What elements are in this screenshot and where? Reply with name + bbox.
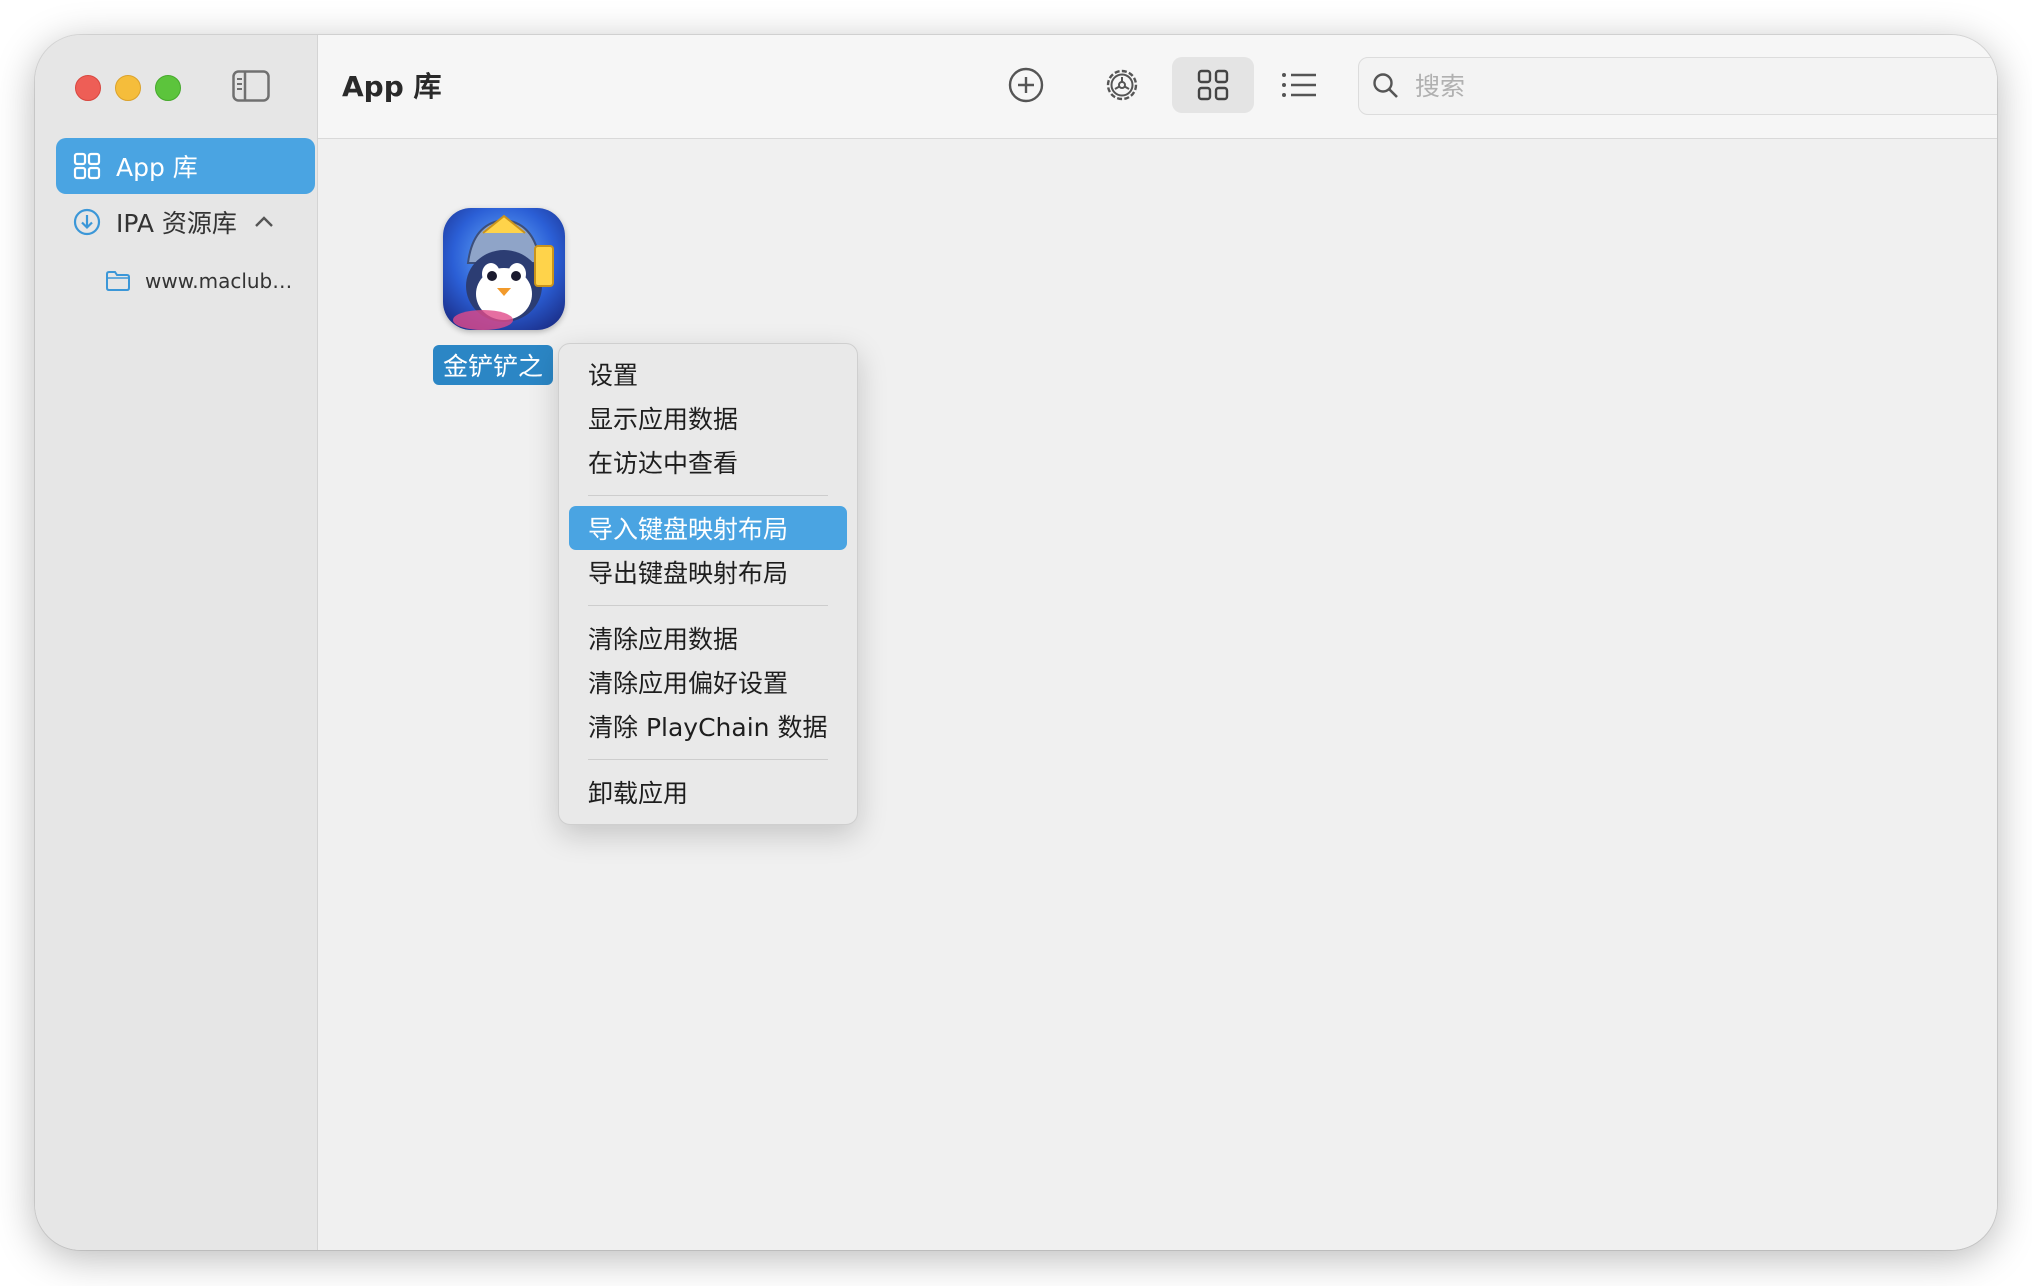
list-view-button[interactable]: [1271, 57, 1327, 113]
sidebar-item-ipa-library[interactable]: IPA 资源库: [56, 194, 315, 250]
sidebar-item-label: IPA 资源库: [116, 209, 237, 238]
sidebar-item-app-library[interactable]: App 库: [56, 138, 315, 194]
folder-icon: [106, 271, 130, 291]
menu-item-export-keymap[interactable]: 导出键盘映射布局: [569, 550, 847, 594]
menu-item-clear-playchain[interactable]: 清除 PlayChain 数据: [569, 704, 847, 748]
sidebar-item-label: App 库: [116, 153, 198, 182]
minimize-window-button[interactable]: [115, 75, 141, 101]
search-field[interactable]: [1358, 57, 1997, 115]
menu-item-settings[interactable]: 设置: [569, 352, 847, 396]
settings-icon: [1106, 69, 1138, 101]
sidebar-subitem-label: www.maclub....: [145, 269, 297, 293]
grid-icon: [73, 152, 101, 180]
grid-view-icon: [1197, 69, 1229, 101]
sidebar-subitem-source[interactable]: www.maclub....: [105, 261, 305, 301]
context-menu: 设置 显示应用数据 在访达中查看 导入键盘映射布局 导出键盘映射布局 清除应用数…: [558, 343, 858, 825]
download-circle-icon: [73, 208, 101, 236]
zoom-window-button[interactable]: [155, 75, 181, 101]
app-window: App 库 IPA 资源库 www.maclub.... App 库 搜索 金铲…: [35, 35, 1997, 1250]
menu-item-show-app-data[interactable]: 显示应用数据: [569, 396, 847, 440]
menu-separator: [588, 495, 828, 496]
menu-item-show-in-finder[interactable]: 在访达中查看: [569, 440, 847, 484]
menu-separator: [588, 605, 828, 606]
menu-item-clear-preferences[interactable]: 清除应用偏好设置: [569, 660, 847, 704]
app-label[interactable]: 金铲铲之: [433, 345, 554, 385]
menu-separator: [588, 759, 828, 760]
add-icon: [1008, 67, 1044, 103]
search-icon: [1373, 73, 1398, 98]
game-app-icon: [443, 208, 565, 330]
settings-button[interactable]: [1094, 57, 1150, 113]
menu-item-clear-app-data[interactable]: 清除应用数据: [569, 616, 847, 660]
menu-item-uninstall[interactable]: 卸载应用: [569, 770, 847, 814]
list-view-icon: [1282, 73, 1316, 97]
chevron-up-icon[interactable]: [253, 214, 275, 230]
page-title: App 库: [342, 70, 442, 103]
grid-view-button[interactable]: [1172, 57, 1254, 113]
menu-item-import-keymap[interactable]: 导入键盘映射布局: [569, 506, 847, 550]
sidebar: App 库 IPA 资源库 www.maclub....: [35, 35, 318, 1250]
sidebar-toggle-icon: [232, 70, 270, 102]
close-window-button[interactable]: [75, 75, 101, 101]
app-icon-tile[interactable]: [443, 208, 565, 330]
toolbar: App 库: [318, 35, 1997, 139]
add-app-button[interactable]: [998, 57, 1054, 113]
search-input[interactable]: [1413, 70, 1977, 102]
sidebar-toggle-button[interactable]: [232, 70, 270, 102]
